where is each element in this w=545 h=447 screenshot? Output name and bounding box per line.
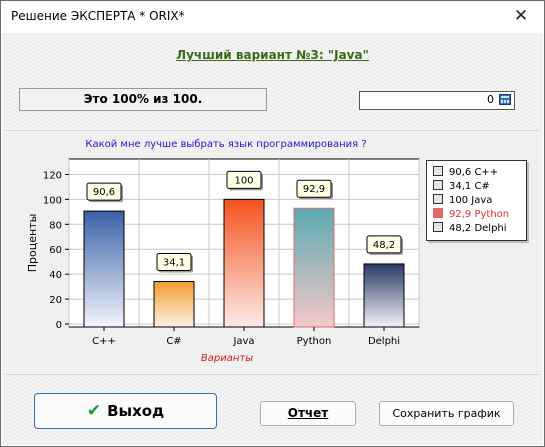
- legend-swatch: [433, 194, 443, 204]
- x-tick-label: C++: [92, 336, 116, 347]
- legend-swatch: [433, 166, 443, 176]
- legend-item: 90,6 C++: [433, 166, 498, 180]
- bar-cplus: [153, 281, 195, 328]
- chart-panel: Какой мне лучше выбрать язык программиро…: [5, 130, 540, 375]
- legend-swatch: [433, 180, 443, 190]
- legend-label: 90,6 C++: [449, 167, 499, 178]
- chart-legend: 90,6 C++ 34,1 C# 100 Java 92,9 Python 48,2 D…: [426, 160, 527, 241]
- result-box: Это 100% из 100.: [19, 88, 267, 111]
- y-tick-label: 60: [49, 245, 62, 256]
- data-label: 100: [234, 175, 253, 186]
- x-tick-label: C#: [166, 336, 181, 347]
- data-label: 48,2: [373, 240, 395, 251]
- y-tick-label: 100: [43, 195, 62, 206]
- legend-label: 92,9 Python: [449, 209, 510, 220]
- legend-item: 48,2 Delphi: [433, 222, 507, 236]
- calculator-icon[interactable]: [499, 94, 511, 105]
- bar-delphi: [363, 263, 405, 328]
- save-chart-button[interactable]: Сохранить график: [379, 401, 514, 426]
- best-option-heading: Лучший вариант №3: "Java": [2, 48, 543, 62]
- checkmark-icon: ✔: [86, 401, 102, 421]
- legend-swatch: [433, 222, 443, 232]
- x-axis-label: Варианты: [201, 353, 253, 364]
- y-axis-label: Проценты: [26, 214, 39, 273]
- best-option-text: Лучший вариант №3: "Java": [176, 48, 369, 62]
- title-bar: Решение ЭКСПЕРТА * ORIX* ✕: [1, 1, 544, 33]
- number-field-value: 0: [487, 93, 494, 106]
- legend-label: 48,2 Delphi: [449, 223, 507, 234]
- legend-item: 100 Java: [433, 194, 492, 208]
- number-field[interactable]: 0: [359, 91, 515, 110]
- window-title: Решение ЭКСПЕРТА * ORIX*: [11, 9, 185, 23]
- report-button[interactable]: Отчет: [260, 401, 356, 426]
- legend-swatch: [433, 208, 443, 218]
- dialog-client-area: Лучший вариант №3: "Java" Это 100% из 10…: [2, 33, 543, 445]
- y-tick-label: 40: [49, 270, 62, 281]
- legend-item: 34,1 C#: [433, 180, 490, 194]
- bar-java: [223, 198, 265, 328]
- x-tick-label: Delphi: [368, 336, 400, 347]
- chart-title: Какой мне лучше выбрать язык программиро…: [85, 139, 366, 150]
- close-icon[interactable]: ✕: [498, 1, 544, 33]
- x-tick-label: Python: [297, 336, 332, 347]
- legend-label: 100 Java: [449, 195, 493, 206]
- y-tick-label: 120: [43, 170, 62, 181]
- legend-label: 34,1 C#: [449, 181, 490, 192]
- bar-python: [293, 207, 335, 328]
- legend-item: 92,9 Python: [433, 208, 509, 222]
- data-label: 92,9: [303, 184, 325, 195]
- exit-button-label: Выход: [107, 402, 165, 420]
- exit-button[interactable]: ✔ Выход: [34, 393, 217, 429]
- bar-cplus: [83, 210, 125, 328]
- dialog-window: Решение ЭКСПЕРТА * ORIX* ✕ Лучший вариан…: [0, 0, 545, 447]
- y-tick-label: 0: [56, 320, 62, 331]
- y-tick-label: 80: [49, 220, 62, 231]
- data-label: 90,6: [93, 187, 115, 198]
- x-tick-label: Java: [232, 336, 254, 347]
- y-tick-label: 20: [49, 295, 62, 306]
- data-label: 34,1: [163, 258, 185, 269]
